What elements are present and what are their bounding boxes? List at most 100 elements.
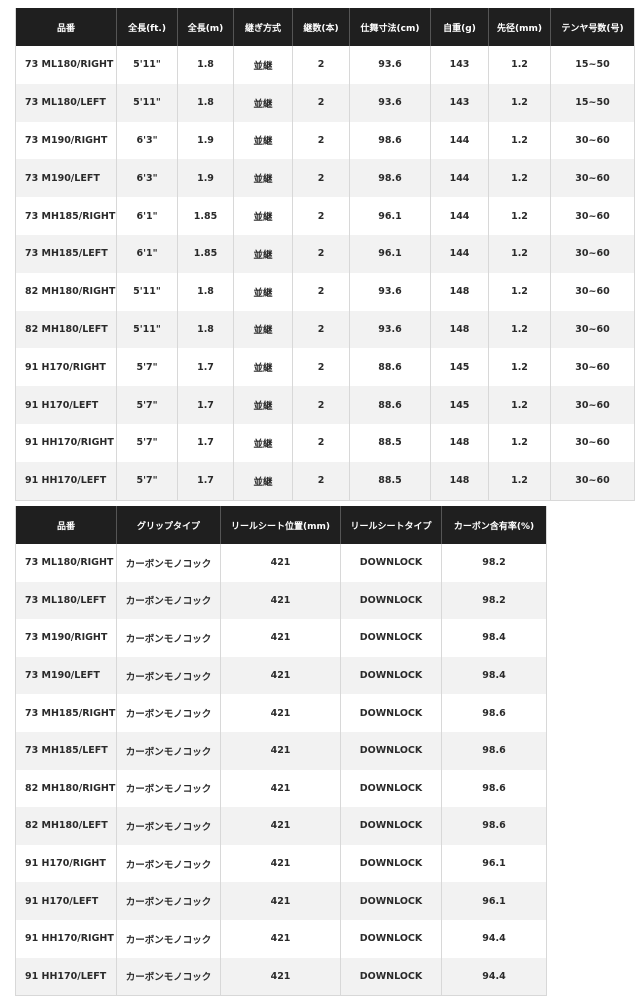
table-row: 91 HH170/RIGHT カーボンモノコック 421 DOWNLOCK 94.4 <box>15 919 547 958</box>
table-cell: 421 <box>220 656 341 695</box>
table-cell: 94.4 <box>441 919 547 958</box>
table-cell: カーボンモノコック <box>116 544 221 582</box>
table-row: 82 MH180/RIGHT カーボンモノコック 421 DOWNLOCK 98.6 <box>15 769 547 808</box>
table-cell: 144 <box>430 234 489 273</box>
table-row: 73 MH185/RIGHT カーボンモノコック 421 DOWNLOCK 98.6 <box>15 694 547 732</box>
table-row: 73 ML180/LEFT カーボンモノコック 421 DOWNLOCK 98.2 <box>15 581 547 620</box>
header-cell: 品番 <box>15 8 117 46</box>
table-cell: DOWNLOCK <box>340 844 442 883</box>
table-row: 73 MH185/RIGHT 6'1" 1.85 並継 2 96.1 144 1.2 30~60 <box>15 197 635 235</box>
table-cell: 1.8 <box>177 310 234 349</box>
table-row: 73 M190/RIGHT 6'3" 1.9 並継 2 98.6 144 1.2 30~60 <box>15 121 635 160</box>
model-cell: 73 MH185/LEFT <box>15 234 117 273</box>
table-cell: 1.85 <box>177 234 234 273</box>
model-cell: 73 M190/LEFT <box>15 159 117 198</box>
table-cell: 148 <box>430 272 489 311</box>
table-cell: 88.5 <box>349 461 431 501</box>
model-cell: 73 M190/RIGHT <box>15 619 117 657</box>
table-header-row: 品番 グリップタイプ リールシート位置(mm) リールシートタイプ カーボン含有… <box>15 506 547 544</box>
header-cell: カーボン含有率(%) <box>441 506 547 544</box>
table-cell: 5'7" <box>116 461 178 501</box>
model-cell: 73 ML180/RIGHT <box>15 544 117 582</box>
table-cell: 96.1 <box>349 197 431 235</box>
model-cell: 82 MH180/RIGHT <box>15 769 117 808</box>
table-row: 91 H170/LEFT 5'7" 1.7 並継 2 88.6 145 1.2 30~60 <box>15 386 635 424</box>
table-cell: 98.2 <box>441 581 547 620</box>
table-cell: 98.6 <box>441 807 547 845</box>
table-cell: カーボンモノコック <box>116 619 221 657</box>
table-cell: 並継 <box>233 83 293 122</box>
table-cell: カーボンモノコック <box>116 694 221 732</box>
table-row: 91 HH170/LEFT カーボンモノコック 421 DOWNLOCK 94.4 <box>15 957 547 996</box>
table-cell: 98.6 <box>349 159 431 198</box>
header-cell: 継ぎ方式 <box>233 8 293 46</box>
table-cell: カーボンモノコック <box>116 807 221 845</box>
model-cell: 82 MH180/LEFT <box>15 310 117 349</box>
spec-table-dimensions: 品番 全長(ft.) 全長(m) 継ぎ方式 継数(本) 仕舞寸法(cm) 自重(… <box>15 8 635 501</box>
table-row: 82 MH180/RIGHT 5'11" 1.8 並継 2 93.6 148 1.2 30~60 <box>15 272 635 311</box>
table-cell: DOWNLOCK <box>340 581 442 620</box>
table-cell: 1.8 <box>177 46 234 84</box>
table-cell: 並継 <box>233 197 293 235</box>
table-cell: 421 <box>220 581 341 620</box>
table-cell: 30~60 <box>550 159 635 198</box>
model-cell: 73 ML180/LEFT <box>15 83 117 122</box>
table-row: 73 ML180/RIGHT 5'11" 1.8 並継 2 93.6 143 1.2 15~50 <box>15 46 635 84</box>
table-cell: DOWNLOCK <box>340 957 442 996</box>
table-cell: 93.6 <box>349 46 431 84</box>
table-cell: 1.9 <box>177 121 234 160</box>
table-row: 91 H170/RIGHT カーボンモノコック 421 DOWNLOCK 96.1 <box>15 844 547 883</box>
table-cell: 並継 <box>233 386 293 424</box>
table-cell: 30~60 <box>550 234 635 273</box>
table-cell: 並継 <box>233 46 293 84</box>
model-cell: 73 MH185/LEFT <box>15 731 117 770</box>
table-cell: 2 <box>292 234 350 273</box>
table-cell: 421 <box>220 694 341 732</box>
table-cell: 1.2 <box>488 386 551 424</box>
table-cell: カーボンモノコック <box>116 581 221 620</box>
table-cell: 並継 <box>233 121 293 160</box>
table-cell: 94.4 <box>441 957 547 996</box>
header-cell: リールシートタイプ <box>340 506 442 544</box>
table-cell: 93.6 <box>349 83 431 122</box>
table-cell: 5'11" <box>116 310 178 349</box>
table-cell: 421 <box>220 882 341 920</box>
table-cell: 421 <box>220 844 341 883</box>
table-cell: 421 <box>220 731 341 770</box>
table-cell: 98.6 <box>441 731 547 770</box>
table-cell: 144 <box>430 159 489 198</box>
table-cell: 98.4 <box>441 656 547 695</box>
model-cell: 91 H170/RIGHT <box>15 844 117 883</box>
table-cell: 93.6 <box>349 272 431 311</box>
table-cell: 145 <box>430 348 489 387</box>
header-cell: 品番 <box>15 506 117 544</box>
table-cell: DOWNLOCK <box>340 694 442 732</box>
table-cell: 1.2 <box>488 310 551 349</box>
table-cell: カーボンモノコック <box>116 769 221 808</box>
table-cell: 5'11" <box>116 46 178 84</box>
table-cell: DOWNLOCK <box>340 619 442 657</box>
table-cell: 2 <box>292 197 350 235</box>
table-cell: 148 <box>430 310 489 349</box>
table-cell: DOWNLOCK <box>340 807 442 845</box>
table-cell: 1.7 <box>177 423 234 462</box>
table-cell: 1.8 <box>177 83 234 122</box>
table-row: 73 ML180/LEFT 5'11" 1.8 並継 2 93.6 143 1.2 15~50 <box>15 83 635 122</box>
model-cell: 73 MH185/RIGHT <box>15 197 117 235</box>
model-cell: 91 H170/LEFT <box>15 882 117 920</box>
table-cell: 5'7" <box>116 348 178 387</box>
table-cell: 98.2 <box>441 544 547 582</box>
table-cell: 並継 <box>233 348 293 387</box>
table-cell: DOWNLOCK <box>340 919 442 958</box>
table-cell: DOWNLOCK <box>340 656 442 695</box>
table-cell: 98.6 <box>441 769 547 808</box>
table-cell: 148 <box>430 461 489 501</box>
table-cell: 421 <box>220 957 341 996</box>
table-cell: 1.2 <box>488 159 551 198</box>
table-cell: カーボンモノコック <box>116 844 221 883</box>
table-cell: 30~60 <box>550 461 635 501</box>
table-row: 73 ML180/RIGHT カーボンモノコック 421 DOWNLOCK 98.2 <box>15 544 547 582</box>
table-cell: 30~60 <box>550 310 635 349</box>
table-cell: 1.2 <box>488 461 551 501</box>
header-cell: リールシート位置(mm) <box>220 506 341 544</box>
